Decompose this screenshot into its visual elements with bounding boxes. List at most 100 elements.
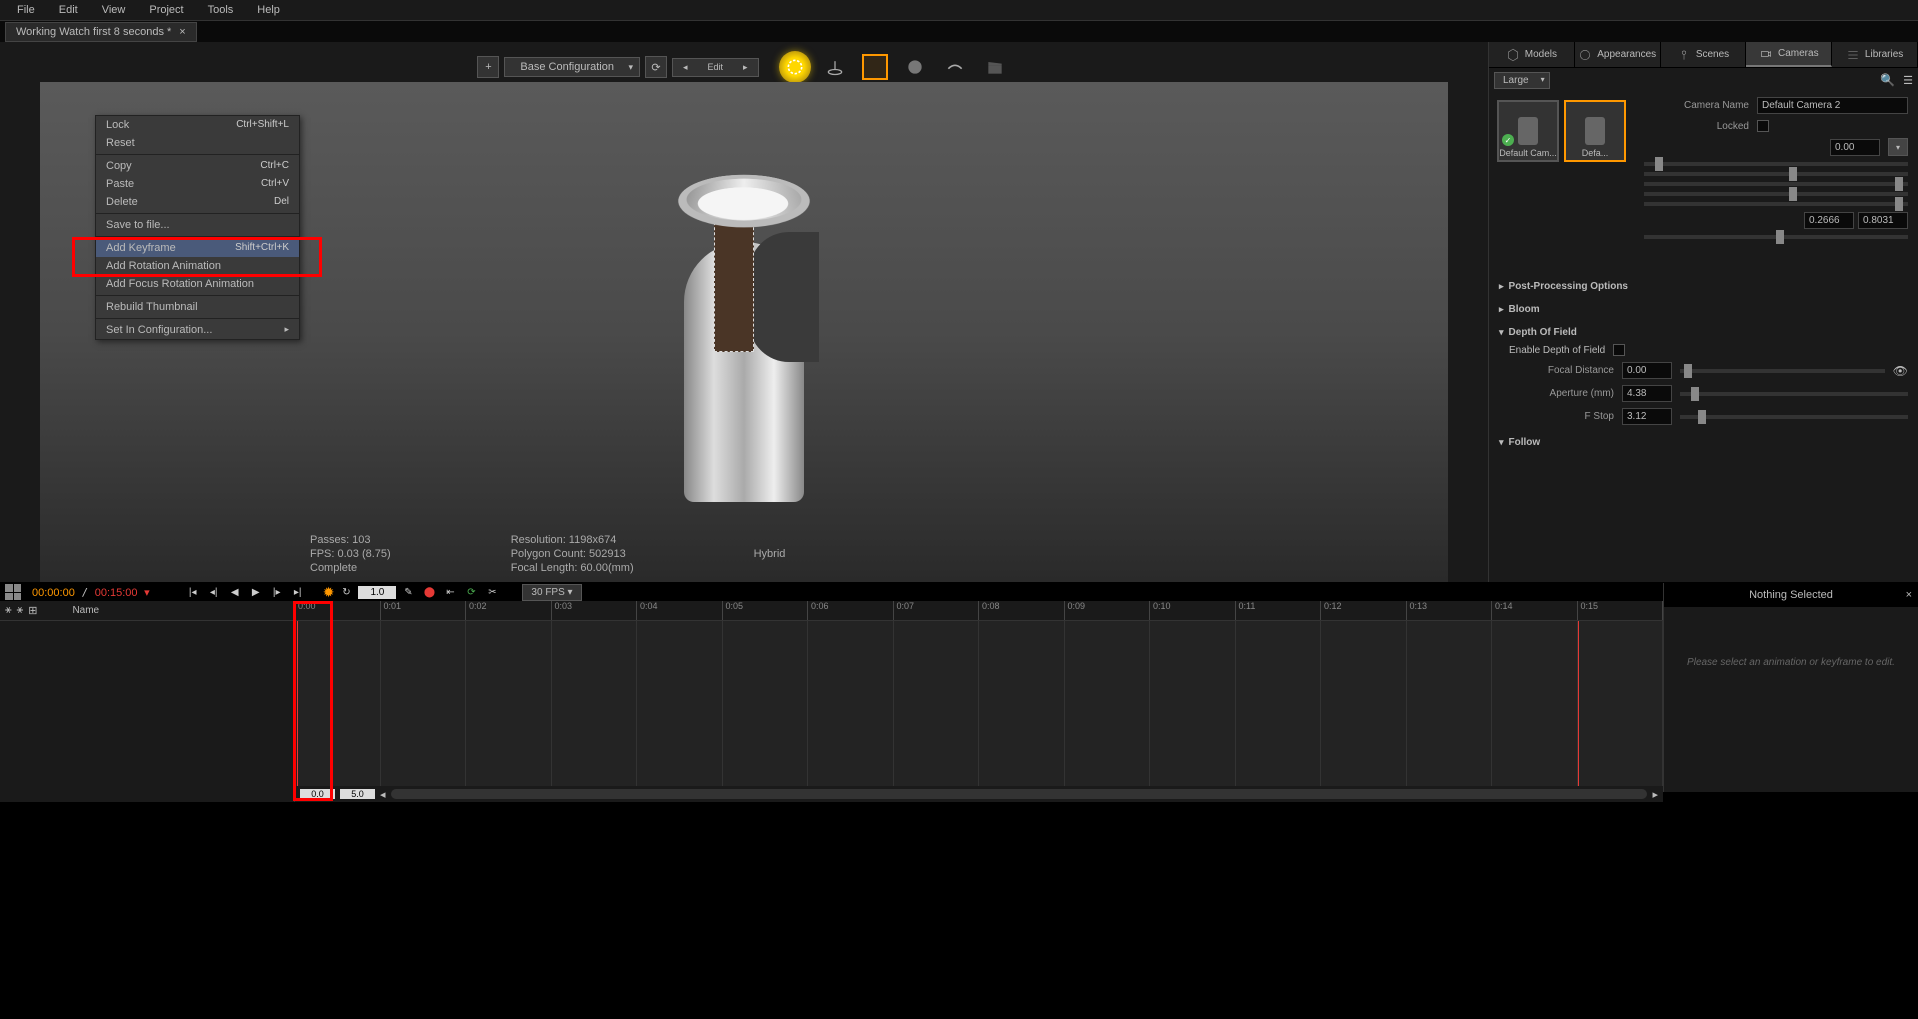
nav-edit[interactable]: Edit xyxy=(698,59,734,76)
configuration-dropdown[interactable]: Base Configuration xyxy=(504,57,640,77)
loop-button[interactable]: ↻ xyxy=(337,583,355,601)
camera-name-input[interactable] xyxy=(1757,97,1908,114)
ctx-set-in-configuration[interactable]: Set In Configuration... xyxy=(96,321,299,339)
slider-1[interactable] xyxy=(1644,162,1908,166)
timeline-column xyxy=(894,621,980,786)
ctx-copy[interactable]: CopyCtrl+C xyxy=(96,157,299,175)
slider-3[interactable] xyxy=(1644,182,1908,186)
record-icon[interactable]: ⬤ xyxy=(420,583,438,601)
render-mode-icon[interactable] xyxy=(779,51,811,83)
turntable-icon[interactable] xyxy=(819,51,851,83)
ctx-add-focus-rotation[interactable]: Add Focus Rotation Animation xyxy=(96,275,299,293)
tab-models[interactable]: Models xyxy=(1489,42,1575,67)
document-tab[interactable]: Working Watch first 8 seconds * × xyxy=(5,22,197,42)
focal-distance-input[interactable] xyxy=(1622,362,1672,379)
timeline-ruler[interactable]: 0:000:010:020:030:040:050:060:070:080:09… xyxy=(295,601,1663,621)
numeric-input-3[interactable] xyxy=(1858,212,1908,229)
bounding-box-icon[interactable] xyxy=(859,51,891,83)
ctx-add-rotation[interactable]: Add Rotation Animation xyxy=(96,257,299,275)
goto-start-button[interactable]: |◂ xyxy=(184,583,202,601)
sync-icon[interactable]: ⟳ xyxy=(462,583,480,601)
ctx-paste[interactable]: PasteCtrl+V xyxy=(96,175,299,193)
menu-edit[interactable]: Edit xyxy=(47,1,90,19)
dropdown-icon[interactable]: ▾ xyxy=(1888,138,1908,156)
timeline-column xyxy=(1578,621,1664,786)
goto-end-button[interactable]: ▸| xyxy=(289,583,307,601)
ctx-save-to-file[interactable]: Save to file... xyxy=(96,216,299,234)
camera-thumb-2[interactable]: Defa... xyxy=(1564,100,1626,162)
timeline-tracks[interactable]: 0:000:010:020:030:040:050:060:070:080:09… xyxy=(295,601,1663,802)
filter-icon-2[interactable]: ⚹ xyxy=(17,604,24,617)
fstop-input[interactable] xyxy=(1622,408,1672,425)
scroll-right-icon[interactable]: ▸ xyxy=(1652,788,1658,801)
tool-icon-1[interactable]: ✎ xyxy=(399,583,417,601)
play-reverse-button[interactable]: ◀ xyxy=(226,583,244,601)
prev-frame-button[interactable]: ◂| xyxy=(205,583,223,601)
fstop-slider[interactable] xyxy=(1680,415,1908,419)
eye-icon[interactable]: 👁 xyxy=(1893,364,1908,378)
add-button[interactable]: + xyxy=(477,56,499,78)
nav-next[interactable]: ▸ xyxy=(733,59,758,76)
end-marker[interactable] xyxy=(1578,621,1579,786)
section-follow[interactable]: Follow xyxy=(1499,431,1908,454)
tool-icon-3[interactable]: ✂ xyxy=(483,583,501,601)
enable-dof-checkbox[interactable] xyxy=(1613,344,1625,356)
menu-tools[interactable]: Tools xyxy=(196,1,246,19)
section-depth-of-field[interactable]: Depth Of Field xyxy=(1499,321,1908,344)
slider-6[interactable] xyxy=(1644,235,1908,239)
selection-panel: Nothing Selected × Please select an anim… xyxy=(1663,583,1918,792)
timeline-tick: 0:12 xyxy=(1321,601,1407,620)
ctx-rebuild-thumbnail[interactable]: Rebuild Thumbnail xyxy=(96,298,299,316)
ctx-delete[interactable]: DeleteDel xyxy=(96,193,299,211)
numeric-input-1[interactable] xyxy=(1830,139,1880,156)
camera-clap-icon[interactable] xyxy=(979,51,1011,83)
slider-5[interactable] xyxy=(1644,202,1908,206)
timeline-tick: 0:15 xyxy=(1578,601,1664,620)
search-icon[interactable]: 🔍 xyxy=(1880,73,1895,87)
focal-distance-slider[interactable] xyxy=(1680,369,1885,373)
menu-file[interactable]: File xyxy=(5,1,47,19)
lighting-icon[interactable] xyxy=(939,51,971,83)
expand-icon[interactable]: ⊞ xyxy=(28,604,37,617)
next-frame-button[interactable]: |▸ xyxy=(268,583,286,601)
menu-project[interactable]: Project xyxy=(137,1,195,19)
gear-icon[interactable]: ✹ xyxy=(323,584,335,601)
section-bloom[interactable]: Bloom xyxy=(1499,298,1908,321)
sphere-icon[interactable] xyxy=(899,51,931,83)
close-icon[interactable]: × xyxy=(179,26,185,38)
scroll-end-input[interactable] xyxy=(340,789,375,799)
slider-2[interactable] xyxy=(1644,172,1908,176)
tab-cameras[interactable]: Cameras xyxy=(1746,42,1832,67)
refresh-button[interactable]: ⟳ xyxy=(645,56,667,78)
fps-dropdown[interactable]: 30 FPS ▾ xyxy=(522,584,581,601)
scroll-start-input[interactable] xyxy=(300,789,335,799)
ctx-lock[interactable]: LockCtrl+Shift+L xyxy=(96,116,299,134)
tool-icon-2[interactable]: ⇤ xyxy=(441,583,459,601)
timeline-column xyxy=(552,621,638,786)
playhead[interactable] xyxy=(297,621,298,786)
scroll-track[interactable] xyxy=(391,789,1648,799)
thumbnail-size-dropdown[interactable]: Large xyxy=(1494,72,1550,89)
numeric-input-2[interactable] xyxy=(1804,212,1854,229)
ctx-add-keyframe[interactable]: Add KeyframeShift+Ctrl+K xyxy=(96,239,299,257)
tab-appearances[interactable]: Appearances xyxy=(1575,42,1661,67)
camera-thumb-1[interactable]: ✓ Default Cam... xyxy=(1497,100,1559,162)
menu-icon[interactable]: ☰ xyxy=(1903,74,1913,87)
aperture-slider[interactable] xyxy=(1680,392,1908,396)
nav-prev[interactable]: ◂ xyxy=(673,59,698,76)
close-icon[interactable]: × xyxy=(1906,589,1912,601)
filter-icon[interactable]: ⚹ xyxy=(5,604,12,617)
locked-checkbox[interactable] xyxy=(1757,120,1769,132)
aperture-input[interactable] xyxy=(1622,385,1672,402)
menu-view[interactable]: View xyxy=(90,1,138,19)
speed-input[interactable] xyxy=(358,586,396,599)
layout-icon[interactable] xyxy=(5,584,21,600)
ctx-reset[interactable]: Reset xyxy=(96,134,299,152)
slider-4[interactable] xyxy=(1644,192,1908,196)
menu-help[interactable]: Help xyxy=(245,1,292,19)
tab-libraries[interactable]: Libraries xyxy=(1832,42,1918,67)
scroll-left-icon[interactable]: ◂ xyxy=(380,788,386,801)
play-button[interactable]: ▶ xyxy=(247,583,265,601)
tab-scenes[interactable]: Scenes xyxy=(1661,42,1747,67)
section-post-processing[interactable]: Post-Processing Options xyxy=(1499,275,1908,298)
